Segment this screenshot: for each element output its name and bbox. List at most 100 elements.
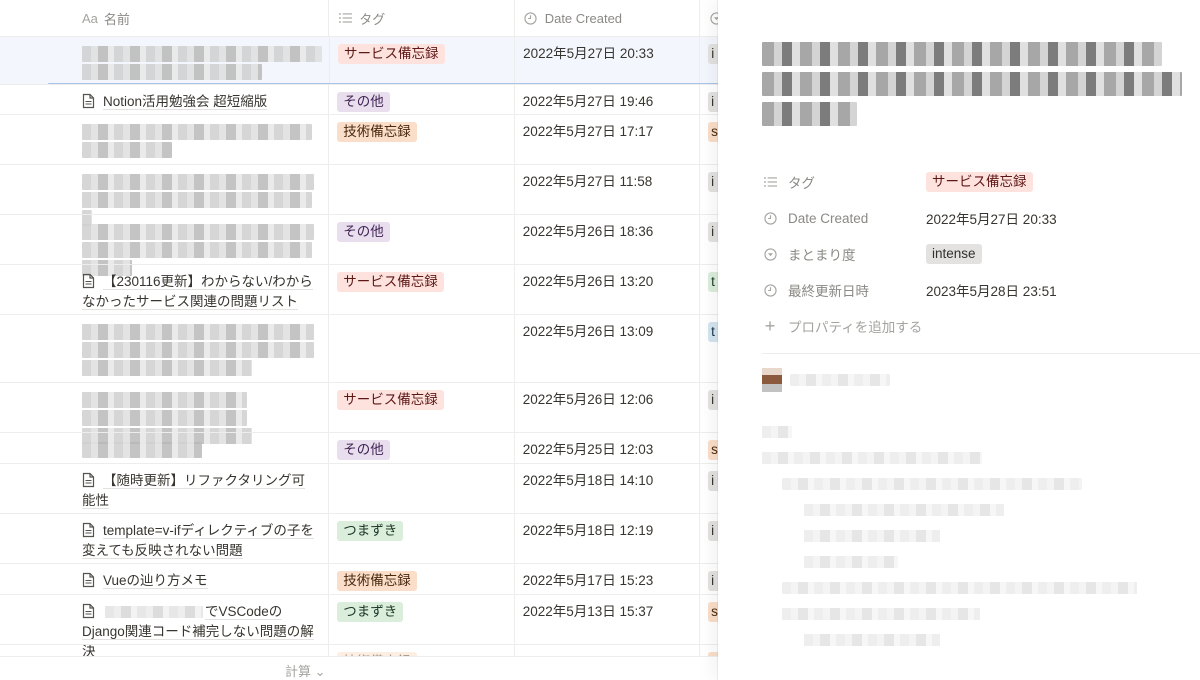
date-created-cell: 2022年5月27日 19:46 (515, 85, 701, 114)
table-row[interactable]: その他 2022年5月25日 12:03 s (0, 432, 720, 463)
redacted-content (804, 556, 898, 568)
name-cell[interactable]: 【230116更新】わからない/わからなかったサービス関連の問題リスト (0, 265, 330, 314)
name-cell[interactable]: template=v-ifディレクティブの子を変えても反映されない問題 (0, 514, 330, 563)
tag-cell[interactable]: その他 (329, 215, 515, 264)
tag-cell[interactable] (329, 165, 515, 214)
tag-cell[interactable]: サービス備忘録 (329, 265, 515, 314)
clock-icon (762, 211, 778, 225)
tag-pill: サービス備忘録 (338, 44, 445, 64)
property-value[interactable]: 2023年5月28日 23:51 (926, 280, 1057, 300)
table-row[interactable]: template=v-ifディレクティブの子を変えても反映されない問題 つまずき 2… (0, 513, 720, 563)
plus-icon: + (764, 315, 776, 336)
table-body: サービス備忘録 2022年5月27日 20:33 i Notion活用勉強会 超短縮版… (0, 36, 720, 680)
redacted-title (82, 174, 314, 190)
redacted-title (82, 124, 312, 140)
column-header-name[interactable]: Aa 名前 (0, 0, 330, 36)
list-icon (762, 176, 778, 188)
table-row[interactable]: サービス備忘録 2022年5月26日 12:06 i (0, 382, 720, 444)
table-row[interactable]: 【随時更新】リファクタリング可能性 2022年5月18日 14:10 i (0, 463, 720, 513)
property-row[interactable]: 最終更新日時 2023年5月28日 23:51 (762, 272, 1182, 308)
name-cell[interactable] (0, 383, 330, 444)
clock-icon (762, 283, 778, 297)
table-row[interactable]: 2022年5月26日 13:09 t (0, 314, 720, 382)
column-header-tag[interactable]: タグ (329, 0, 515, 36)
property-row[interactable]: まとまり度 intense (762, 236, 1182, 272)
tag-cell[interactable]: つまずき (329, 595, 515, 644)
tag-cell[interactable]: 技術備忘録 (329, 115, 515, 164)
database-table: Aa 名前 タグ Date Created サービス備忘録 2022年5月27日 20:… (0, 0, 720, 680)
name-cell[interactable] (0, 315, 330, 382)
name-cell[interactable]: でVSCodeのDjango関連コード補完しない問題の解決 (0, 595, 330, 660)
property-value[interactable]: 2022年5月27日 20:33 (926, 208, 1057, 228)
redacted-title (82, 64, 262, 80)
tag-pill: サービス備忘録 (337, 272, 444, 292)
redacted-content (762, 452, 982, 464)
tag-cell[interactable]: サービス備忘録 (330, 37, 516, 84)
name-cell[interactable] (0, 37, 330, 84)
table-header: Aa 名前 タグ Date Created (0, 0, 720, 36)
redacted-content (762, 426, 792, 438)
page-title-link[interactable]: 【随時更新】リファクタリング可能性 (82, 473, 305, 509)
name-cell[interactable] (0, 165, 330, 226)
property-label[interactable]: まとまり度 (762, 244, 926, 264)
divider (762, 353, 1200, 354)
tag-cell[interactable]: その他 (329, 433, 515, 463)
tag-cell[interactable] (329, 315, 515, 382)
redacted-title (82, 224, 314, 240)
redacted-title (82, 342, 314, 358)
redacted-title (82, 46, 322, 62)
name-cell[interactable]: Vueの辿り方メモ (0, 564, 330, 594)
tag-cell[interactable] (329, 464, 515, 513)
redacted-content (782, 608, 980, 620)
property-label-text: タグ (788, 176, 815, 191)
column-header-date-created[interactable]: Date Created (515, 0, 701, 36)
side-peek-panel: タグ サービス備忘録 Date Created 2022年5月27日 20:33 まとま… (718, 0, 1200, 680)
redacted-title (82, 442, 202, 458)
text-type-icon: Aa (82, 10, 98, 26)
property-label-text: 最終更新日時 (788, 284, 869, 299)
table-row[interactable]: サービス備忘録 2022年5月27日 20:33 i (0, 36, 720, 85)
date-created-cell: 2022年5月27日 20:33 (515, 37, 701, 84)
page-title-link[interactable]: Notion活用勉強会 超短縮版 (103, 94, 268, 110)
date-created-cell: 2022年5月26日 18:36 (515, 215, 701, 264)
page-title-link[interactable]: 【230116更新】わからない/わからなかったサービス関連の問題リスト (82, 274, 313, 310)
tag-cell[interactable]: 技術備忘録 (329, 564, 515, 594)
page-title[interactable] (762, 42, 1182, 132)
name-cell[interactable]: Notion活用勉強会 超短縮版 (0, 85, 330, 114)
property-row[interactable]: Date Created 2022年5月27日 20:33 (762, 200, 1182, 236)
redacted-title (82, 324, 314, 340)
table-row[interactable]: 2022年5月27日 11:58 i (0, 164, 720, 226)
property-label[interactable]: 最終更新日時 (762, 280, 926, 300)
calculate-button[interactable]: 計算 ⌄ (285, 661, 326, 680)
table-row[interactable]: その他 2022年5月26日 18:36 i (0, 214, 720, 276)
redacted-content (782, 478, 1082, 490)
name-cell[interactable] (0, 433, 330, 463)
property-row[interactable]: タグ サービス備忘録 (762, 164, 1182, 200)
property-label[interactable]: Date Created (762, 211, 926, 226)
redacted-title (105, 606, 203, 619)
tag-cell[interactable]: その他 (329, 85, 515, 114)
tag-pill: その他 (337, 440, 390, 460)
table-row[interactable]: 【230116更新】わからない/わからなかったサービス関連の問題リスト サービス備… (0, 264, 720, 314)
page-title-link[interactable]: template=v-ifディレクティブの子を変えても反映されない問題 (82, 523, 314, 559)
date-created-cell: 2022年5月27日 17:17 (515, 115, 701, 164)
tag-cell[interactable]: つまずき (329, 514, 515, 563)
name-cell[interactable] (0, 115, 330, 164)
date-created-cell: 2022年5月26日 12:06 (515, 383, 701, 432)
redacted-content (804, 530, 940, 542)
property-value[interactable]: サービス備忘録 (926, 172, 1033, 192)
property-label[interactable]: タグ (762, 172, 926, 192)
table-row[interactable]: でVSCodeのDjango関連コード補完しない問題の解決 つまずき 2022年5月… (0, 594, 720, 660)
name-cell[interactable]: 【随時更新】リファクタリング可能性 (0, 464, 330, 513)
page-title-link[interactable]: Vueの辿り方メモ (103, 573, 208, 589)
table-row[interactable]: Vueの辿り方メモ 技術備忘録 2022年5月17日 15:23 i (0, 563, 720, 594)
table-row[interactable]: Notion活用勉強会 超短縮版 その他 2022年5月27日 19:46 i (0, 84, 720, 114)
redacted-content (804, 504, 1004, 516)
table-row[interactable]: 技術備忘録 2022年5月27日 17:17 s (0, 114, 720, 164)
add-property-button[interactable]: + プロパティを追加する (762, 308, 1182, 344)
tag-cell[interactable]: サービス備忘録 (329, 383, 515, 432)
property-value[interactable]: intense (926, 244, 982, 264)
name-cell[interactable] (0, 215, 330, 276)
redacted-content (804, 634, 940, 646)
page-icon (82, 603, 95, 619)
